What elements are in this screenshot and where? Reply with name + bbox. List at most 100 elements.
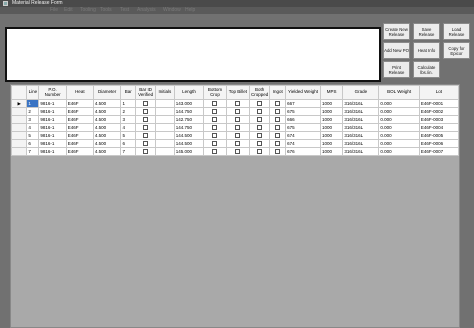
cell-mps[interactable]: 1000 [319,123,344,132]
cell-bar[interactable]: 4 [120,123,137,132]
top-billet-checkbox[interactable] [235,109,241,115]
cell-mps[interactable]: 1000 [319,107,344,116]
copy-for-epicor-button[interactable]: Copy for Epicor [443,42,470,59]
cell-grade[interactable]: 316/316L [342,139,380,148]
cell-lot[interactable]: E46F-0004 [418,123,460,132]
bar-id-verified-checkbox[interactable] [143,133,149,139]
cell-bar[interactable]: 6 [120,139,137,148]
ingot-checkbox[interactable] [275,149,281,155]
ingot-checkbox[interactable] [275,117,281,123]
ingot-checkbox[interactable] [275,125,281,131]
cell-mps[interactable]: 1000 [319,115,344,124]
cell-bar[interactable]: 7 [120,147,137,156]
menu-tooling[interactable]: Tooling [80,7,96,14]
cell-po-number[interactable]: 9816-1 [38,131,67,140]
cell-initials[interactable] [155,99,175,108]
ingot-checkbox[interactable] [275,141,281,147]
col-header-both-cropped[interactable]: Both Cropped [249,85,271,100]
cell-initials[interactable] [155,115,175,124]
cell-initials[interactable] [155,131,175,140]
cell-bol-weight[interactable]: 0.000 [378,123,420,132]
cell-heat[interactable]: E46F [65,147,94,156]
menu-file[interactable]: File [50,7,58,14]
load-release-button[interactable]: Load Release [443,23,470,40]
cell-yielded-weight[interactable]: 667 [285,99,321,108]
col-header-grade[interactable]: Grade [342,85,380,100]
col-header-ingot[interactable]: Ingot [269,85,287,100]
cell-bol-weight[interactable]: 0.000 [378,115,420,124]
col-header-bol-weight[interactable]: BOL Weight [378,85,420,100]
cell-po-number[interactable]: 9816-1 [38,147,67,156]
save-release-button[interactable]: Save Release [413,23,440,40]
cell-line[interactable]: 5 [26,131,40,140]
cell-diameter[interactable]: 4.500 [92,131,122,140]
bottom-crop-checkbox[interactable] [212,117,218,123]
top-billet-checkbox[interactable] [235,117,241,123]
col-header-initials[interactable]: Initials [155,85,175,100]
top-billet-checkbox[interactable] [235,125,241,131]
col-header-length[interactable]: Length [173,85,205,100]
ingot-checkbox[interactable] [275,109,281,115]
both-cropped-checkbox[interactable] [257,133,263,139]
cell-lot[interactable]: E46F-0003 [418,115,460,124]
cell-yielded-weight[interactable]: 676 [285,147,321,156]
top-billet-checkbox[interactable] [235,101,241,107]
release-grid[interactable]: Line P.O. Number Heat Diameter Bar Bar I… [10,84,460,328]
heat-info-button[interactable]: Heat Info [413,42,440,59]
bottom-crop-checkbox[interactable] [212,125,218,131]
cell-yielded-weight[interactable]: 674 [285,131,321,140]
col-header-lot[interactable]: Lot [418,85,460,100]
row-header[interactable] [10,147,28,156]
cell-mps[interactable]: 1000 [319,147,344,156]
row-header[interactable] [10,131,28,140]
cell-bar[interactable]: 1 [120,99,137,108]
release-notes-panel[interactable] [5,27,381,82]
cell-yielded-weight[interactable]: 674 [285,139,321,148]
cell-length[interactable]: 144.500 [173,131,205,140]
cell-grade[interactable]: 316/316L [342,99,380,108]
menu-analysis[interactable]: Analysis [137,7,156,14]
bottom-crop-checkbox[interactable] [212,101,218,107]
bar-id-verified-checkbox[interactable] [143,117,149,123]
cell-heat[interactable]: E46F [65,115,94,124]
cell-heat[interactable]: E46F [65,123,94,132]
cell-heat[interactable]: E46F [65,107,94,116]
cell-po-number[interactable]: 9816-1 [38,115,67,124]
cell-length[interactable]: 144.750 [173,107,205,116]
cell-grade[interactable]: 316/316L [342,115,380,124]
cell-line[interactable]: 4 [26,123,40,132]
col-header-yielded-weight[interactable]: Yielded Weight [285,85,321,100]
cell-line[interactable]: 2 [26,107,40,116]
cell-diameter[interactable]: 4.500 [92,107,122,116]
print-release-button[interactable]: Print Release [383,61,410,78]
row-header[interactable] [10,115,28,124]
bar-id-verified-checkbox[interactable] [143,125,149,131]
add-new-po-button[interactable]: Add New PO [383,42,410,59]
cell-initials[interactable] [155,139,175,148]
bottom-crop-checkbox[interactable] [212,141,218,147]
cell-length[interactable]: 144.750 [173,123,205,132]
cell-mps[interactable]: 1000 [319,139,344,148]
table-row[interactable]: 5 9816-1 E46F 4.500 5 144.500 674 1000 3… [10,131,460,140]
cell-grade[interactable]: 316/316L [342,123,380,132]
cell-diameter[interactable]: 4.500 [92,99,122,108]
cell-po-number[interactable]: 9816-1 [38,123,67,132]
top-billet-checkbox[interactable] [235,133,241,139]
cell-heat[interactable]: E46F [65,139,94,148]
col-header-diameter[interactable]: Diameter [92,85,122,100]
col-header-mps[interactable]: MPS [319,85,344,100]
table-row[interactable]: 2 9816-1 E46F 4.500 2 144.750 675 1000 3… [10,107,460,116]
cell-length[interactable]: 143.000 [173,99,205,108]
cell-diameter[interactable]: 4.500 [92,115,122,124]
cell-line[interactable]: 1 [26,99,40,108]
cell-length[interactable]: 142.750 [173,115,205,124]
cell-heat[interactable]: E46F [65,131,94,140]
cell-initials[interactable] [155,107,175,116]
cell-lot[interactable]: E46F-0001 [418,99,460,108]
col-header-bottom-crop[interactable]: Bottom Crop [203,85,227,100]
cell-line[interactable]: 7 [26,147,40,156]
both-cropped-checkbox[interactable] [257,125,263,131]
cell-grade[interactable]: 316/316L [342,107,380,116]
cell-bol-weight[interactable]: 0.000 [378,99,420,108]
cell-mps[interactable]: 1000 [319,131,344,140]
